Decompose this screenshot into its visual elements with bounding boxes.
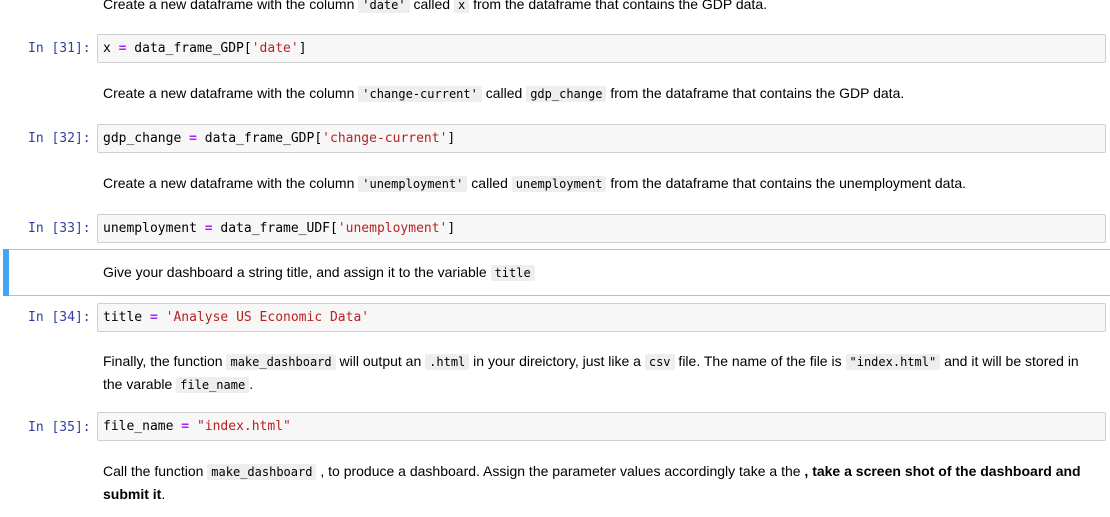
code-string: "index.html" [196,419,291,434]
inline-code: unemployment [511,176,607,192]
code-expr: ] [447,221,456,236]
cell-prompt: In [33]: [28,221,91,236]
inline-code: .html [425,354,470,370]
inline-code: x [453,0,470,13]
code-cell-input[interactable]: unemployment = data_frame_UDF['unemploym… [97,214,1106,243]
code-operator: = [204,221,213,236]
code-expr: data_frame_GDP[ [126,41,252,56]
inline-code: make_dashboard [207,464,317,480]
code-cell-input[interactable]: gdp_change = data_frame_GDP['change-curr… [97,124,1106,153]
md-text: from the dataframe that contains the une… [606,175,967,191]
markdown-cell-title: Give your dashboard a string title, and … [103,261,1093,284]
code-string: 'date' [251,41,299,56]
cell-prompt: In [35]: [28,420,91,435]
inline-code: title [490,265,535,281]
md-text: , to produce a dashboard. Assign the par… [316,463,805,479]
inline-code: 'change-current' [358,86,482,102]
code-operator: = [181,419,190,434]
markdown-cell-gdp-change: Create a new dataframe with the column '… [103,82,1093,105]
inline-code: csv [644,354,675,370]
code-expr: ] [447,131,456,146]
inline-code: make_dashboard [226,354,336,370]
md-text: . [249,376,254,392]
cell-prompt: In [34]: [28,310,91,325]
inline-code: 'unemployment' [358,176,468,192]
markdown-cell-x: Create a new dataframe with the column '… [103,0,1093,16]
code-cell-input[interactable]: x = data_frame_GDP['date'] [97,34,1106,63]
cell-prompt: In [31]: [28,41,91,56]
md-text: called [481,85,527,101]
code-var: unemployment [103,221,197,236]
md-text: in your direictory, just like a [469,353,645,369]
md-text: Create a new dataframe with the column [103,0,359,12]
md-text: from the dataframe that contains the GDP… [469,0,767,12]
cell-prompt: In [32]: [28,131,91,146]
code-var: title [103,310,143,325]
code-cell-input[interactable]: title = 'Analyse US Economic Data' [97,303,1106,332]
code-operator: = [189,131,197,146]
md-text: Give your dashboard a string title, and … [103,264,491,280]
md-text: will output an [335,353,426,369]
md-text: Create a new dataframe with the column [103,85,359,101]
markdown-cell-unemployment: Create a new dataframe with the column '… [103,172,1093,195]
code-operator: = [149,310,158,325]
md-text: called [409,0,454,12]
md-text: Create a new dataframe with the column [103,175,359,191]
md-text: Call the function [103,463,208,479]
code-cell-input[interactable]: file_name = "index.html" [97,412,1106,441]
code-string: 'unemployment' [337,221,448,236]
code-expr: data_frame_GDP[ [196,131,323,146]
markdown-cell-file-name: Finally, the function make_dashboard wil… [103,350,1093,396]
md-text: from the dataframe that contains the GDP… [606,85,905,101]
inline-code: 'date' [358,0,410,13]
code-expr: ] [298,41,307,56]
code-var: gdp_change [103,131,182,146]
code-string: 'Analyse US Economic Data' [165,310,370,325]
markdown-cell-make-dashboard: Call the function make_dashboard , to pr… [103,460,1093,505]
code-expr: data_frame_UDF[ [212,221,338,236]
inline-code: gdp_change [526,86,607,102]
md-text: file. The name of the file is [674,353,846,369]
selected-cell-indicator [3,249,9,296]
inline-code: "index.html" [845,354,941,370]
inline-code: file_name [176,377,250,393]
md-text: Finally, the function [103,353,227,369]
md-text: . [161,486,166,502]
code-string: 'change-current' [322,131,448,146]
code-var: file_name [103,419,174,434]
md-text: called [467,175,512,191]
code-var: x [103,41,111,56]
